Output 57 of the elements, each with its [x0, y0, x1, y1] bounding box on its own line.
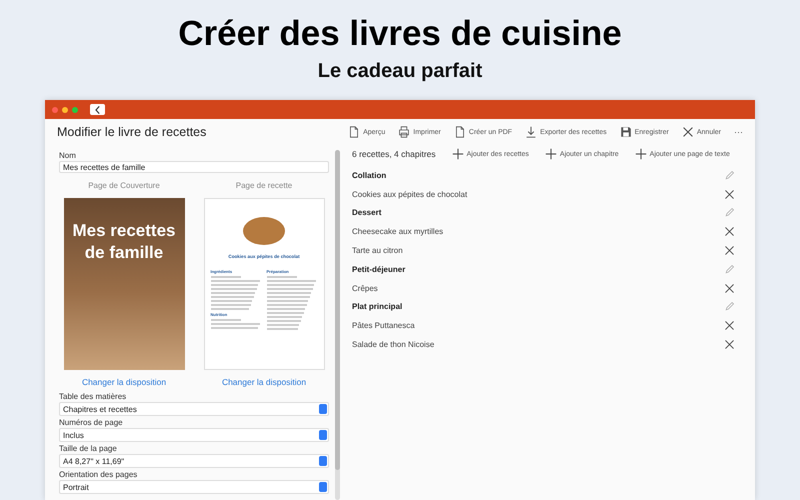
printer-icon — [398, 126, 410, 138]
minimize-window-dot[interactable] — [62, 106, 68, 112]
name-field[interactable]: Mes recettes de famille — [59, 161, 329, 173]
cookie-photo-placeholder — [243, 217, 285, 245]
dropdown[interactable]: Portrait — [59, 480, 329, 494]
field-label: Table des matières — [59, 392, 128, 401]
remove-icon[interactable] — [724, 320, 735, 332]
edit-icon[interactable] — [724, 301, 735, 312]
subheadline: Le cadeau parfait — [318, 60, 482, 83]
document-icon — [348, 126, 360, 138]
chapter-title: Dessert — [352, 208, 382, 218]
close-window-dot[interactable] — [52, 106, 58, 112]
stepper-icon — [319, 456, 327, 466]
recipe-name: Tarte au citron — [352, 246, 403, 256]
change-layout-link[interactable]: Changer la disposition — [82, 377, 166, 387]
recipe-page-caption: Page de recette — [236, 181, 292, 190]
chapter-title: Petit-déjeuner — [352, 264, 406, 274]
zoom-window-dot[interactable] — [72, 106, 78, 112]
more-button[interactable]: ··· — [734, 127, 743, 137]
plus-icon — [634, 148, 647, 160]
window-title: Modifier le livre de recettes — [57, 125, 208, 139]
recipe-name: Salade de thon Nicoise — [352, 340, 434, 350]
edit-icon[interactable] — [724, 170, 735, 181]
remove-icon[interactable] — [724, 188, 735, 200]
dropdown[interactable]: Chapitres et recettes — [59, 402, 329, 416]
edit-icon[interactable] — [724, 207, 735, 218]
dropdown[interactable]: A4 8,27" x 11,69" — [59, 454, 329, 468]
document-icon — [454, 126, 466, 138]
field-label: Taille de la page — [59, 444, 118, 453]
stepper-icon — [319, 482, 327, 492]
recipe-name: Cookies aux pépites de chocolat — [352, 190, 468, 199]
field-label: Nom — [59, 151, 77, 160]
close-icon — [682, 126, 694, 138]
headline: Créer des livres de cuisine — [178, 14, 622, 54]
remove-icon[interactable] — [724, 339, 735, 350]
download-icon — [525, 126, 538, 138]
remove-icon[interactable] — [724, 245, 735, 256]
back-button[interactable] — [90, 104, 105, 115]
field-label: Numéros de page — [59, 418, 124, 427]
field-label: Orientation des pages — [59, 470, 138, 479]
stepper-icon — [319, 404, 327, 414]
dropdown[interactable]: Inclus — [59, 428, 329, 442]
cover-title: Mes recettes de famille — [71, 220, 176, 264]
recipe-name: Crêpes — [352, 284, 378, 293]
recipe-count: 6 recettes, 4 chapitres — [352, 149, 436, 159]
stepper-icon — [319, 430, 327, 440]
chapter-title: Collation — [352, 170, 386, 180]
plus-icon — [544, 148, 557, 160]
cover-caption: Page de Couverture — [88, 181, 160, 190]
change-layout-link[interactable]: Changer la disposition — [222, 377, 306, 387]
edit-icon[interactable] — [724, 264, 735, 275]
chapter-title: Plat principal — [352, 302, 402, 312]
recipe-name: Pâtes Puttanesca — [352, 321, 415, 330]
remove-icon[interactable] — [724, 226, 735, 238]
recipe-name: Cheesecake aux myrtilles — [352, 227, 444, 236]
remove-icon[interactable] — [724, 282, 735, 294]
plus-icon — [452, 148, 464, 160]
